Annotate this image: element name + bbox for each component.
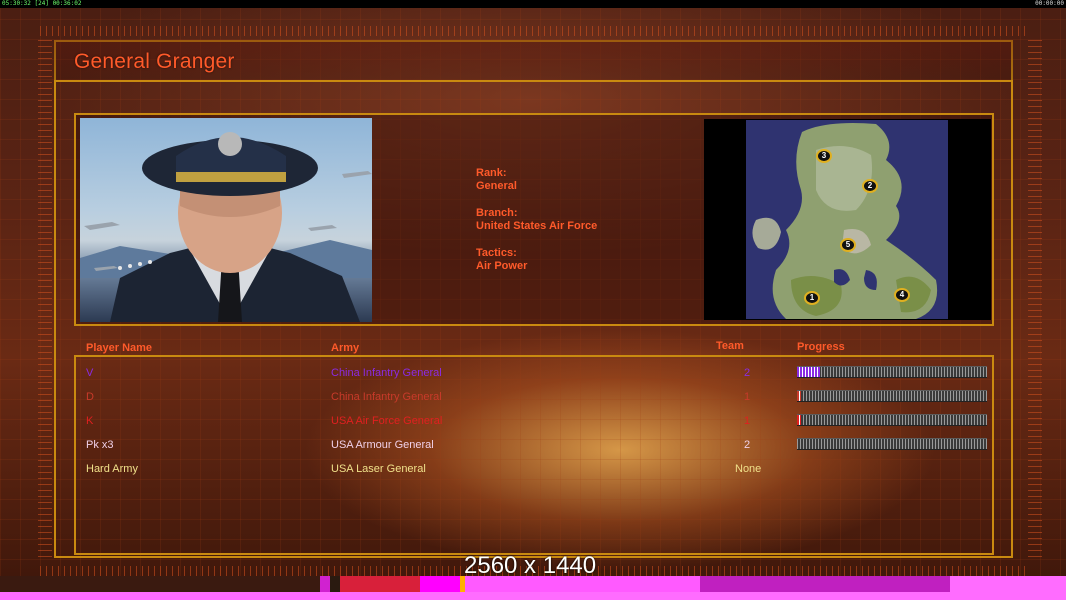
map-illustration (746, 120, 948, 319)
progress-bar (797, 366, 987, 378)
player-army: USA Laser General (331, 463, 426, 475)
column-header-team: Team (716, 340, 744, 352)
player-team: 2 (744, 367, 751, 379)
player-team: 1 (744, 391, 751, 403)
player-army: USA Air Force General (331, 415, 443, 427)
start-position-4[interactable]: 4 (894, 288, 910, 302)
progress-bar (797, 414, 987, 426)
column-header-army: Army (331, 342, 360, 354)
status-left-text: 05:30:32 [24] 00:36:02 (2, 0, 82, 7)
player-army: USA Armour General (331, 439, 434, 451)
column-header-progress: Progress (797, 341, 845, 353)
start-position-5[interactable]: 5 (840, 238, 856, 252)
player-team: 2 (744, 439, 751, 451)
player-name: Hard Army (86, 463, 138, 475)
player-team: None (735, 463, 762, 475)
start-position-1[interactable]: 1 (804, 291, 820, 305)
progress-bar (797, 390, 987, 402)
glitch-line (0, 592, 1066, 600)
player-army: China Infantry General (331, 367, 442, 379)
status-right-text: 00:00:00 (1035, 0, 1064, 7)
progress-bar (797, 438, 987, 450)
column-header-player: Player Name (86, 342, 153, 354)
player-name: V (86, 367, 94, 379)
map-preview[interactable]: 3 2 5 1 4 (746, 120, 948, 319)
right-ruler (1028, 40, 1042, 560)
status-bar: 05:30:32 [24] 00:36:02 00:00:00 (0, 0, 1066, 8)
player-army: China Infantry General (331, 391, 442, 403)
rank-label: Rank: (476, 167, 507, 179)
start-position-2[interactable]: 2 (862, 179, 878, 193)
progress-fill (797, 367, 820, 377)
player-name: K (86, 415, 94, 427)
player-roster (74, 355, 994, 555)
tactics-label: Tactics: (476, 247, 517, 259)
player-name: D (86, 391, 94, 403)
portrait-illustration (80, 132, 372, 322)
general-portrait (80, 118, 372, 322)
top-ruler (40, 26, 1026, 36)
branch-value: United States Air Force (476, 220, 598, 232)
page-title: General Granger (74, 50, 235, 73)
branch-label: Branch: (476, 207, 518, 219)
left-ruler (38, 40, 52, 560)
player-name: Pk x3 (86, 439, 114, 451)
start-position-3[interactable]: 3 (816, 149, 832, 163)
rank-value: General (476, 180, 517, 192)
tactics-value: Air Power (476, 260, 528, 272)
progress-fill (797, 415, 801, 425)
player-team: 1 (744, 415, 751, 427)
progress-fill (797, 391, 801, 401)
